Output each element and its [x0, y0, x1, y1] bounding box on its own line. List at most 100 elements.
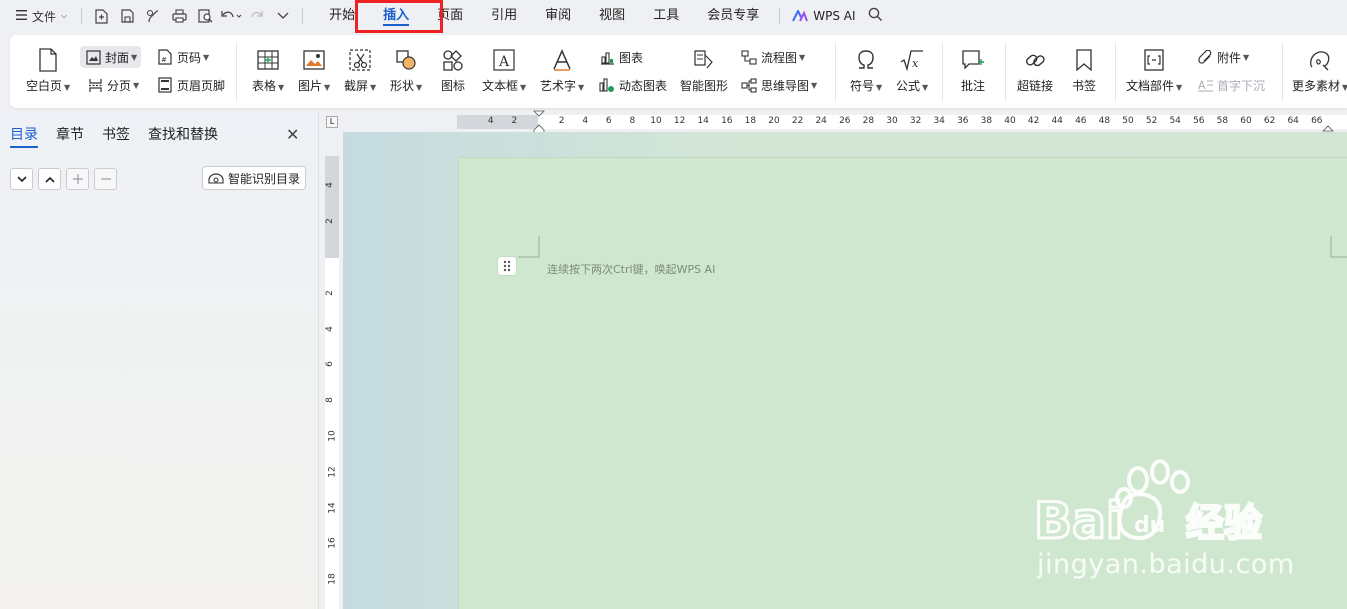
more-materials-button[interactable]: 更多素材 ▼ [1292, 47, 1347, 94]
picture-button[interactable]: 图片 ▼ [298, 47, 330, 94]
bookmark-button[interactable]: 书签 [1071, 47, 1097, 94]
vertical-ruler[interactable]: 4 2 2 4 6 8 10 12 14 16 18 [325, 156, 339, 609]
close-icon[interactable]: ✕ [286, 125, 299, 144]
smartart-button[interactable]: 智能图形 [680, 47, 728, 94]
smart-toc-label: 智能识别目录 [227, 171, 300, 186]
horizontal-ruler[interactable]: 4 2 2 4 6 8 10 12 14 16 18 20 22 24 26 28 30 32 34 36 38 40 42… [457, 115, 1347, 129]
ruler-tick-label: 34 [933, 116, 945, 126]
chevron-down-icon: ⌵ [61, 11, 68, 20]
chart-icon [598, 48, 616, 66]
screenshot-button[interactable]: 截屏 ▼ [344, 47, 376, 94]
navigation-pane: 目录 章节 书签 查找和替换 ✕ 智能识别目录 [0, 112, 319, 609]
smart-recognize-icon [208, 173, 224, 184]
tab-page[interactable]: 页面 [423, 0, 477, 32]
tab-stop-selector[interactable]: L [326, 116, 338, 128]
wps-ai-hint: 连续按下两次Ctrl键，唤起WPS AI [547, 263, 716, 276]
undo-icon[interactable] [218, 4, 244, 28]
shape-button[interactable]: 形状 ▼ [390, 47, 422, 94]
attachment-button[interactable]: 附件 ▼ [1196, 48, 1249, 66]
table-label: 表格 ▼ [252, 79, 285, 93]
add-item-button[interactable] [66, 168, 89, 190]
wps-ai-button[interactable]: WPS AI [792, 9, 856, 23]
formula-button[interactable]: x 公式 ▼ [896, 47, 928, 94]
print-icon[interactable] [166, 4, 192, 28]
ruler-tick-label: 56 [1193, 116, 1205, 126]
wps-ai-logo-icon [792, 10, 809, 22]
paragraph-handle[interactable] [498, 257, 516, 275]
tab-view[interactable]: 视图 [585, 0, 639, 32]
smart-toc-button[interactable]: 智能识别目录 [202, 166, 306, 190]
textbox-button[interactable]: A 文本框 ▼ [482, 47, 526, 94]
ruler-tick-label: 10 [327, 430, 338, 442]
svg-text:x: x [912, 57, 919, 70]
customize-toolbar-icon[interactable] [270, 4, 296, 28]
tab-home[interactable]: 开始 [315, 0, 369, 32]
ruler-tick-label: 54 [1169, 116, 1181, 126]
ruler-tick-label: 28 [862, 116, 875, 126]
ruler-tick-label: 38 [980, 116, 993, 126]
svg-text:A: A [498, 54, 510, 70]
nav-tab-toc[interactable]: 目录 [10, 124, 38, 148]
textbox-label: 文本框 ▼ [482, 79, 527, 93]
ruler-tick-label: 18 [327, 573, 338, 585]
print-preview-icon[interactable] [192, 4, 218, 28]
ruler-tick-label: 14 [697, 116, 709, 126]
doc-parts-label: 文档部件 ▼ [1126, 79, 1183, 93]
wordart-button[interactable]: 艺术字 ▼ [540, 47, 584, 94]
icon-button[interactable]: 图标 [440, 47, 466, 94]
search-icon[interactable] [868, 7, 883, 25]
ruler-left-margin [457, 115, 538, 129]
doc-parts-button[interactable]: 文档部件 ▼ [1126, 47, 1182, 94]
cover-icon [84, 48, 102, 66]
remove-item-button[interactable] [94, 168, 117, 190]
comment-button[interactable]: 批注 [960, 47, 986, 94]
save-icon[interactable] [114, 4, 140, 28]
flowchart-icon [740, 48, 758, 66]
collapse-up-button[interactable] [38, 168, 61, 190]
bookmark-icon [1071, 47, 1097, 73]
nav-tab-find-replace[interactable]: 查找和替换 [148, 124, 218, 144]
table-button[interactable]: 表格 ▼ [252, 47, 284, 94]
chart-button[interactable]: 图表 [598, 48, 643, 66]
symbol-button[interactable]: 符号 ▼ [850, 47, 882, 94]
ruler-tick-label: 12 [673, 116, 686, 126]
wordart-label: 艺术字 ▼ [540, 79, 585, 93]
divider [81, 8, 83, 24]
tab-membership[interactable]: 会员专享 [693, 0, 773, 32]
ruler-tick-label: 24 [815, 116, 827, 126]
page-break-label: 分页 [107, 78, 132, 93]
paperclip-icon [1196, 48, 1214, 66]
expand-down-button[interactable] [10, 168, 33, 190]
ruler-tick-label: 16 [327, 537, 338, 550]
mindmap-button[interactable]: 思维导图 ▼ [740, 76, 817, 94]
cover-button[interactable]: 封面 ▼ [80, 46, 142, 68]
blank-page-button[interactable]: 空白页 ▼ [26, 47, 70, 94]
file-menu-button[interactable]: 文件 ⌵ [0, 0, 75, 32]
crop-mark-top-left [518, 236, 540, 258]
wps-ai-label: WPS AI [813, 9, 856, 23]
tab-tools[interactable]: 工具 [639, 0, 693, 32]
drop-cap-button[interactable]: A 首字下沉 [1196, 76, 1265, 94]
tab-review[interactable]: 审阅 [531, 0, 585, 32]
dynamic-chart-button[interactable]: 动态图表 [598, 76, 667, 94]
tab-insert[interactable]: 插入 [369, 0, 423, 32]
hyperlink-button[interactable]: 超链接 [1017, 47, 1053, 94]
page-number-button[interactable]: # 页码 ▼ [156, 48, 209, 66]
formula-icon: x [899, 47, 925, 73]
nav-tab-bookmarks[interactable]: 书签 [102, 124, 130, 144]
shape-icon [393, 47, 419, 73]
flowchart-button[interactable]: 流程图 ▼ [740, 48, 805, 66]
svg-text:#: # [161, 56, 167, 64]
header-footer-button[interactable]: 页眉页脚 [156, 76, 225, 94]
file-menu-label: 文件 [32, 9, 57, 24]
textbox-icon: A [491, 47, 517, 73]
nav-tab-sections[interactable]: 章节 [56, 124, 84, 144]
tab-references[interactable]: 引用 [477, 0, 531, 32]
right-indent-marker-icon[interactable] [1322, 124, 1334, 132]
page-break-button[interactable]: 分页 ▼ [86, 76, 139, 94]
redo-icon[interactable] [244, 4, 270, 28]
export-pdf-icon[interactable] [140, 4, 166, 28]
blank-page-label: 空白页 ▼ [26, 79, 71, 93]
new-doc-icon[interactable] [88, 4, 114, 28]
menu-bar: 文件 ⌵ 开始 插入 页面 引用 审阅 视图 工具 会员专享 WPS AI [0, 0, 1347, 32]
